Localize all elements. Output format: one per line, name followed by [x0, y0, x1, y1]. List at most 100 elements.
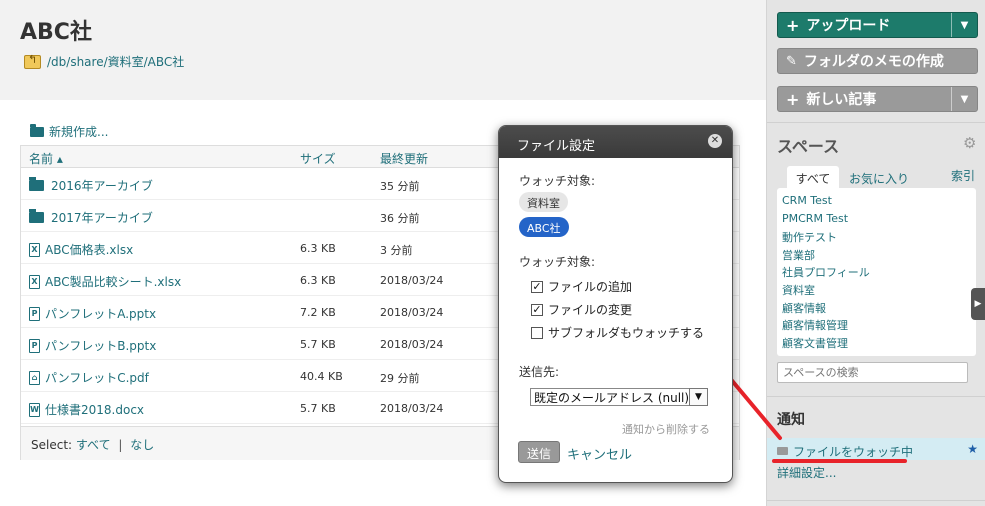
column-size[interactable]: サイズ: [300, 150, 336, 167]
folder-icon: [777, 447, 788, 455]
file-date: 36 分前: [380, 212, 420, 225]
column-name[interactable]: 名前 ▴: [29, 150, 63, 167]
xlsx-file-icon: X: [29, 242, 40, 257]
space-list-item[interactable]: 顧客情報管理: [782, 317, 976, 335]
plus-icon: +: [786, 89, 800, 109]
send-to-label: 送信先:: [519, 365, 560, 379]
file-name-label[interactable]: 仕様書2018.docx: [45, 401, 144, 418]
space-list-item[interactable]: 社員プロフィール: [782, 264, 976, 282]
file-name[interactable]: 2017年アーカイブ: [29, 209, 153, 226]
select-separator: |: [118, 438, 123, 452]
right-sidebar: + アップロード ▼ ✎ フォルダのメモの作成 + 新しい記事 ▼ スペース ⚙…: [766, 0, 985, 506]
new-create-link[interactable]: 新規作成...: [30, 123, 108, 140]
divider: [767, 396, 985, 397]
file-name[interactable]: ⌂ パンフレットC.pdf: [29, 369, 149, 386]
space-list-item[interactable]: 営業部: [782, 247, 976, 265]
watch-option-label: ファイルの変更: [548, 303, 633, 317]
folder-icon: [29, 177, 44, 191]
file-date: 29 分前: [380, 372, 420, 385]
space-list-item[interactable]: 顧客文書管理: [782, 335, 976, 353]
space-title: スペース: [777, 137, 840, 156]
upload-button[interactable]: + アップロード ▼: [777, 12, 978, 38]
checkbox[interactable]: [531, 326, 543, 339]
new-article-button[interactable]: + 新しい記事 ▼: [777, 86, 978, 112]
space-list-item[interactable]: 動作テスト: [782, 229, 976, 247]
watching-files-item[interactable]: ファイルをウォッチ中 ★: [767, 438, 985, 460]
space-list-item[interactable]: CRM Test: [782, 194, 976, 212]
send-to-select[interactable]: 既定のメールアドレス (null) ▼: [530, 388, 708, 406]
tab-all[interactable]: すべて: [787, 166, 839, 188]
file-date: 2018/03/24: [380, 338, 444, 351]
pptx-file-icon: P: [29, 338, 40, 353]
watch-option[interactable]: ✓ ファイルの変更: [531, 301, 632, 318]
file-date: 2018/03/24: [380, 274, 444, 287]
file-name[interactable]: W 仕様書2018.docx: [29, 401, 144, 418]
watching-files-label[interactable]: ファイルをウォッチ中: [793, 443, 913, 460]
dialog-title: ファイル設定: [517, 139, 596, 154]
chevron-down-icon[interactable]: ▼: [689, 388, 708, 406]
file-size: 6.3 KB: [300, 274, 336, 287]
docx-file-icon: W: [29, 402, 40, 417]
tab-favorites[interactable]: お気に入り: [849, 170, 909, 187]
file-name-label[interactable]: パンフレットB.pptx: [45, 337, 156, 354]
watch-type-label: ウォッチ対象:: [519, 255, 596, 269]
file-size: 40.4 KB: [300, 370, 343, 383]
pencil-icon: ✎: [786, 53, 797, 69]
select-label: Select:: [31, 438, 73, 452]
watch-option-label: サブフォルダもウォッチする: [548, 326, 705, 340]
file-size: 7.2 KB: [300, 306, 336, 319]
notify-title: 通知: [777, 412, 805, 428]
folder-up-icon[interactable]: [24, 53, 41, 69]
send-to-value: 既定のメールアドレス (null): [534, 390, 690, 405]
upload-label: アップロード: [806, 18, 891, 34]
dialog-header: ファイル設定 ✕: [499, 126, 732, 158]
watch-option[interactable]: サブフォルダもウォッチする: [531, 324, 704, 341]
file-name[interactable]: P パンフレットB.pptx: [29, 337, 156, 354]
target-pill-abc[interactable]: ABC社: [519, 217, 569, 237]
file-name-label[interactable]: 2017年アーカイブ: [51, 209, 153, 226]
space-search-input[interactable]: [777, 362, 968, 383]
remove-watch-link[interactable]: 通知から削除する: [622, 421, 710, 437]
checkbox[interactable]: ✓: [531, 280, 543, 293]
new-create-label: 新規作成...: [49, 125, 109, 139]
create-memo-button[interactable]: ✎ フォルダのメモの作成: [777, 48, 978, 74]
space-list-item[interactable]: 資料室: [782, 282, 976, 300]
pdf-file-icon: ⌂: [29, 370, 40, 385]
space-list-item[interactable]: PMCRM Test: [782, 212, 976, 230]
space-list-item[interactable]: 顧客情報: [782, 300, 976, 318]
chevron-down-icon[interactable]: ▼: [951, 87, 977, 111]
chevron-down-icon[interactable]: ▼: [951, 13, 977, 37]
checkbox[interactable]: ✓: [531, 303, 543, 316]
target-pill-library[interactable]: 資料室: [519, 192, 568, 212]
file-name-label[interactable]: パンフレットC.pdf: [45, 369, 149, 386]
detail-settings-link[interactable]: 詳細設定...: [777, 464, 836, 481]
file-name[interactable]: X ABC価格表.xlsx: [29, 241, 133, 258]
watch-option[interactable]: ✓ ファイルの追加: [531, 278, 632, 295]
file-name-label[interactable]: ABC価格表.xlsx: [45, 241, 133, 258]
close-icon[interactable]: ✕: [708, 134, 722, 148]
gear-icon[interactable]: ⚙: [963, 134, 976, 152]
select-none-link[interactable]: なし: [130, 438, 154, 452]
breadcrumb-path[interactable]: /db/share/資料室/ABC社: [47, 53, 184, 70]
file-name[interactable]: X ABC製品比較シート.xlsx: [29, 273, 181, 290]
select-all-link[interactable]: すべて: [76, 438, 111, 452]
plus-icon: +: [786, 15, 800, 35]
memo-label: フォルダのメモの作成: [803, 54, 944, 70]
file-name-label[interactable]: ABC製品比較シート.xlsx: [45, 273, 181, 290]
tab-index[interactable]: 索引: [951, 167, 975, 184]
file-settings-dialog: ファイル設定 ✕ ウォッチ対象: 資料室 ABC社 ウォッチ対象: ✓ ファイルの…: [498, 125, 733, 483]
file-name[interactable]: P パンフレットA.pptx: [29, 305, 156, 322]
file-name[interactable]: 2016年アーカイブ: [29, 177, 153, 194]
star-icon[interactable]: ★: [967, 442, 978, 456]
divider: [767, 500, 985, 501]
divider: [767, 122, 985, 123]
file-name-label[interactable]: 2016年アーカイブ: [51, 177, 153, 194]
file-name-label[interactable]: パンフレットA.pptx: [45, 305, 156, 322]
file-date: 2018/03/24: [380, 402, 444, 415]
send-button[interactable]: 送信: [518, 441, 560, 463]
column-updated[interactable]: 最終更新: [380, 150, 428, 167]
sidebar-toggle-icon[interactable]: ▶: [971, 288, 985, 320]
cancel-link[interactable]: キャンセル: [567, 444, 632, 463]
space-list: CRM Test PMCRM Test 動作テスト 営業部 社員プロフィール 資料室 顧客情…: [777, 188, 976, 356]
breadcrumb: /db/share/資料室/ABC社: [24, 53, 184, 70]
